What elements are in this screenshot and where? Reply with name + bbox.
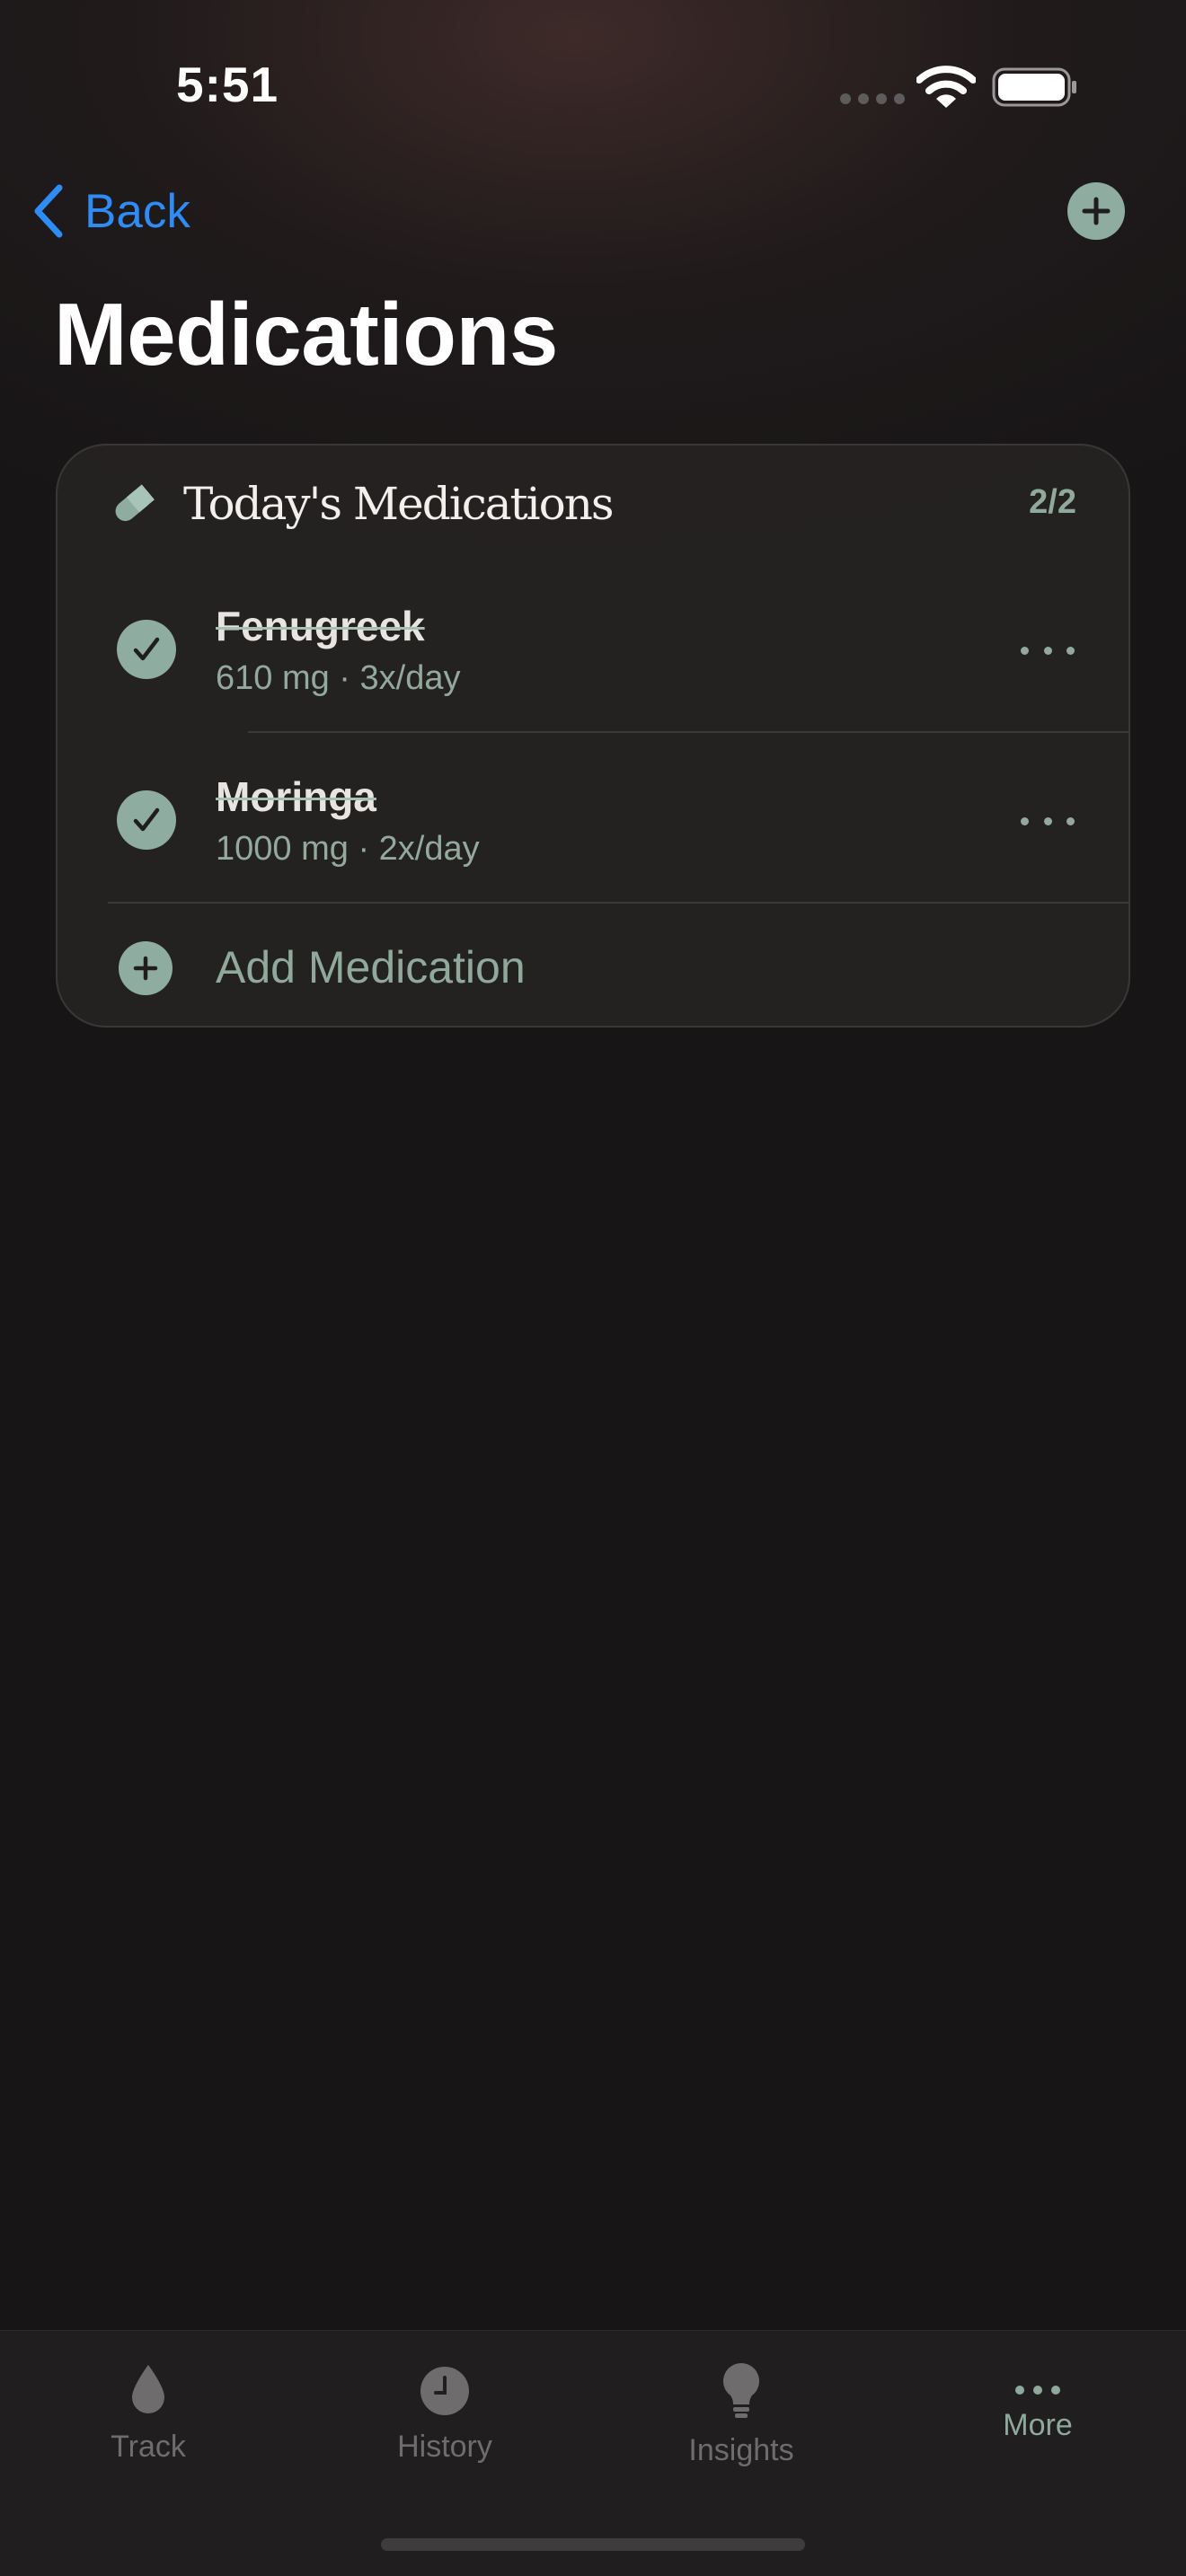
lightbulb-icon <box>723 2363 759 2418</box>
add-medication-button[interactable]: Add Medication <box>58 904 1128 1026</box>
card-title: Today's Medications <box>183 478 615 530</box>
home-indicator <box>381 2538 805 2551</box>
ellipsis-icon <box>1015 2386 1060 2395</box>
more-options-button[interactable] <box>1021 632 1075 668</box>
plus-circle-icon <box>119 941 173 995</box>
status-time: 5:51 <box>176 57 279 112</box>
divider <box>248 731 1128 733</box>
tab-label: Insights <box>688 2433 794 2467</box>
more-options-button[interactable] <box>1021 803 1075 839</box>
page-title: Medications <box>54 285 558 384</box>
medication-row[interactable]: Moringa 1000 mg · 2x/day <box>58 735 1128 905</box>
tab-more[interactable]: More <box>890 2331 1186 2510</box>
plus-icon <box>1082 197 1111 225</box>
tab-history[interactable]: History <box>296 2331 593 2510</box>
tab-track[interactable]: Track <box>0 2331 296 2510</box>
tab-insights[interactable]: Insights <box>593 2331 890 2510</box>
checkmark-icon[interactable] <box>117 790 176 850</box>
taken-count: 2/2 <box>1029 483 1076 521</box>
check-glyph-icon <box>133 637 160 661</box>
battery-icon <box>992 67 1076 107</box>
medication-name: Fenugreek <box>216 603 425 649</box>
medication-row[interactable]: Fenugreek 610 mg · 3x/day <box>58 564 1128 735</box>
clock-icon <box>420 2367 469 2415</box>
pill-icon <box>115 484 155 522</box>
todays-medications-card: Today's Medications 2/2 Fenugreek 610 mg… <box>56 444 1130 1028</box>
drop-icon <box>132 2365 164 2413</box>
back-button[interactable]: Back <box>32 180 190 243</box>
card-header: Today's Medications 2/2 <box>58 446 1128 564</box>
wifi-icon <box>916 66 976 108</box>
add-medication-top-button[interactable] <box>1067 182 1125 240</box>
medication-dosage: 1000 mg · 2x/day <box>216 830 480 868</box>
tab-label: Track <box>111 2430 186 2464</box>
cellular-signal-icon <box>840 93 905 104</box>
add-medication-label: Add Medication <box>216 942 526 992</box>
medication-dosage: 610 mg · 3x/day <box>216 659 461 697</box>
medication-name: Moringa <box>216 773 376 820</box>
back-label: Back <box>84 184 190 238</box>
tab-label: More <box>1003 2408 1073 2442</box>
check-glyph-icon <box>133 807 160 832</box>
tab-label: History <box>397 2430 492 2464</box>
chevron-left-icon <box>34 184 63 238</box>
medications-screen: 5:51 Back Medications Today's Medication… <box>0 0 1186 2576</box>
checkmark-icon[interactable] <box>117 620 176 679</box>
